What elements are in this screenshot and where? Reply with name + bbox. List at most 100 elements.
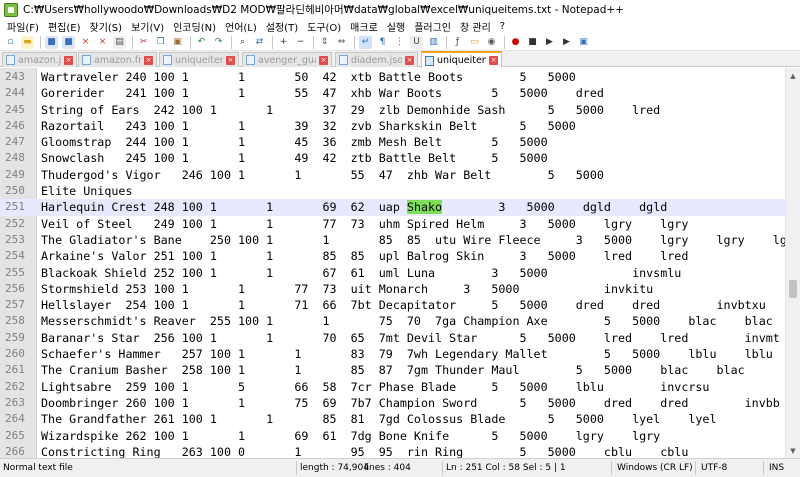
editor-line[interactable]: 245 String of Ears 242 100 1 1 37 29 zlb … (0, 102, 785, 118)
stop-macro-icon[interactable]: ■ (526, 35, 539, 49)
editor-line[interactable]: 262 Lightsabre 259 100 1 5 66 58 7cr Phas… (0, 379, 785, 395)
vertical-scrollbar[interactable]: ▲ ▼ (785, 68, 800, 458)
editor-line[interactable]: 249 Thudergod's Vigor 246 100 1 1 55 47 z… (0, 167, 785, 183)
menu-item[interactable]: 인코딩(N) (169, 19, 221, 34)
editor-line[interactable]: 246 Razortail 243 100 1 1 39 32 zvb Shark… (0, 118, 785, 134)
undo-icon[interactable]: ↶ (195, 35, 208, 49)
tab-uniqueitems-txt[interactable]: uniqueitems.txt× (421, 51, 502, 68)
paste-icon[interactable]: ▣ (171, 35, 184, 49)
line-text[interactable]: Lightsabre 259 100 1 5 66 58 7cr Phase B… (41, 379, 709, 395)
menu-item[interactable]: 편집(E) (44, 19, 86, 34)
editor-line[interactable]: 264 The Grandfather 261 100 1 1 85 81 7gd… (0, 411, 785, 427)
editor-line[interactable]: 261 The Cranium Basher 258 100 1 1 85 87 … (0, 362, 785, 378)
tab-uniqueitems-txt[interactable]: uniqueitems.txt× (159, 52, 239, 67)
new-file-icon[interactable]: ▫ (4, 35, 17, 49)
menu-item[interactable]: 언어(L) (221, 19, 262, 34)
line-text[interactable]: Constricting Ring 263 100 0 1 95 95 rin … (41, 444, 688, 458)
show-all-chars-icon[interactable]: ¶ (376, 35, 389, 49)
scroll-up-arrow-icon[interactable]: ▲ (786, 68, 800, 83)
line-text[interactable]: Messerschmidt's Reaver 255 100 1 1 75 70… (41, 313, 773, 329)
run-macro-multiple-icon[interactable]: ▶ (560, 35, 573, 49)
record-macro-icon[interactable]: ● (509, 35, 522, 49)
line-text[interactable]: The Grandfather 261 100 1 1 85 81 7gd Co… (41, 411, 717, 427)
editor-line[interactable]: 257 Hellslayer 254 100 1 1 71 66 7bt Deca… (0, 297, 785, 313)
line-text[interactable]: The Gladiator's Bane 250 100 1 1 85 85 u… (41, 232, 785, 248)
line-text[interactable]: Hellslayer 254 100 1 1 71 66 7bt Decapit… (41, 297, 766, 313)
menu-item[interactable]: 도구(O) (303, 19, 346, 34)
current-line[interactable]: 251 Harlequin Crest 248 100 1 1 69 62 uap… (0, 199, 785, 216)
doc-map-icon[interactable]: ▥ (427, 35, 440, 49)
menu-item[interactable]: 파일(F) (3, 19, 44, 34)
tab-close-icon[interactable]: × (226, 55, 235, 65)
indent-guide-icon[interactable]: ⋮ (393, 35, 406, 49)
play-macro-icon[interactable]: ▶ (543, 35, 556, 49)
editor-line[interactable]: 255 Blackoak Shield 252 100 1 1 67 61 uml… (0, 265, 785, 281)
line-text[interactable]: Gloomstrap 244 100 1 1 45 36 zmb Mesh Be… (41, 134, 548, 150)
tab-close-icon[interactable]: × (489, 56, 498, 65)
zoom-in-icon[interactable]: + (277, 35, 290, 49)
save-macro-icon[interactable]: ▣ (577, 35, 590, 49)
menu-item[interactable]: 보기(V) (127, 19, 169, 34)
menu-item[interactable]: 창 관리 (456, 19, 496, 34)
line-text[interactable]: Arkaine's Valor 251 100 1 1 85 85 upl Ba… (41, 248, 688, 264)
editor-line[interactable]: 258 Messerschmidt's Reaver 255 100 1 1 75… (0, 313, 785, 329)
editor-line[interactable]: 265 Wizardspike 262 100 1 1 69 61 7dg Bon… (0, 428, 785, 444)
copy-icon[interactable]: ❐ (154, 35, 167, 49)
line-text[interactable]: Baranar's Star 256 100 1 1 70 65 7mt Dev… (41, 330, 780, 346)
tab-diadem-json[interactable]: diadem.json× (335, 52, 418, 67)
tab-avenger-guard-json[interactable]: avenger_guard.json× (242, 52, 332, 67)
line-text[interactable]: Doombringer 260 100 1 1 75 69 7b7 Champi… (41, 395, 780, 411)
line-text[interactable]: The Cranium Basher 258 100 1 1 85 87 7gm… (41, 362, 745, 378)
line-text[interactable]: Blackoak Shield 252 100 1 1 67 61 uml Lu… (41, 265, 681, 281)
print-icon[interactable]: ▤ (113, 35, 126, 49)
udl-icon[interactable]: U (410, 35, 423, 49)
function-list-icon[interactable]: ƒ (451, 35, 464, 49)
menu-item[interactable]: 찾기(S) (86, 19, 128, 34)
save-icon[interactable]: ■ (45, 35, 58, 49)
tab-amazon-json[interactable]: amazon.json× (2, 52, 77, 67)
line-text[interactable]: Veil of Steel 249 100 1 1 77 73 uhm Spir… (41, 216, 688, 232)
editor-line[interactable]: 243 Wartraveler 240 100 1 1 50 42 xtb Bat… (0, 69, 785, 85)
redo-icon[interactable]: ↷ (212, 35, 225, 49)
tab-amazon-frontend[interactable]: amazon.frontend× (78, 52, 157, 67)
scroll-down-arrow-icon[interactable]: ▼ (786, 443, 800, 458)
replace-icon[interactable]: ⇄ (253, 35, 266, 49)
editor-line[interactable]: 247 Gloomstrap 244 100 1 1 45 36 zmb Mesh… (0, 134, 785, 150)
editor-line[interactable]: 260 Schaefer's Hammer 257 100 1 1 83 79 7… (0, 346, 785, 362)
line-text[interactable]: Snowclash 245 100 1 1 49 42 ztb Battle B… (41, 150, 548, 166)
monitoring-icon[interactable]: ◉ (485, 35, 498, 49)
selected-text-highlight[interactable]: Shako (406, 200, 443, 215)
close-icon[interactable]: × (79, 35, 92, 49)
menu-item[interactable]: 설정(T) (262, 19, 303, 34)
open-file-icon[interactable]: ▬ (21, 35, 34, 49)
editor-line[interactable]: 259 Baranar's Star 256 100 1 1 70 65 7mt … (0, 330, 785, 346)
editor-line[interactable]: 263 Doombringer 260 100 1 1 75 69 7b7 Cha… (0, 395, 785, 411)
editor-pane[interactable]: 243 Wartraveler 240 100 1 1 50 42 xtb Bat… (0, 68, 800, 458)
editor-lines[interactable]: 243 Wartraveler 240 100 1 1 50 42 xtb Bat… (0, 69, 785, 458)
line-text[interactable]: Razortail 243 100 1 1 39 32 zvb Sharkski… (41, 118, 576, 134)
editor-line[interactable]: 254 Arkaine's Valor 251 100 1 1 85 85 upl… (0, 248, 785, 264)
tab-close-icon[interactable]: × (64, 55, 73, 65)
save-all-icon[interactable]: ■ (62, 35, 75, 49)
word-wrap-icon[interactable]: ↵ (359, 35, 372, 49)
line-text[interactable]: String of Ears 242 100 1 1 37 29 zlb Dem… (41, 102, 660, 118)
line-text[interactable]: Wartraveler 240 100 1 1 50 42 xtb Battle… (41, 69, 576, 85)
menu-item[interactable]: ? (496, 21, 510, 32)
editor-line[interactable]: 266 Constricting Ring 263 100 0 1 95 95 r… (0, 444, 785, 458)
zoom-out-icon[interactable]: − (294, 35, 307, 49)
close-all-icon[interactable]: × (96, 35, 109, 49)
menu-item[interactable]: 플러그인 (410, 19, 456, 34)
editor-line[interactable]: 248 Snowclash 245 100 1 1 49 42 ztb Battl… (0, 150, 785, 166)
scrollbar-thumb[interactable] (789, 280, 797, 298)
editor-line[interactable]: 256 Stormshield 253 100 1 1 77 73 uit Mon… (0, 281, 785, 297)
line-text[interactable]: Wizardspike 262 100 1 1 69 61 7dg Bone K… (41, 428, 660, 444)
line-text[interactable]: Thudergod's Vigor 246 100 1 1 55 47 zhb … (41, 167, 604, 183)
line-text[interactable]: Schaefer's Hammer 257 100 1 1 83 79 7wh … (41, 346, 773, 362)
folder-workspace-icon[interactable]: ▭ (468, 35, 481, 49)
menu-item[interactable]: 매크로 (346, 19, 383, 34)
find-icon[interactable]: ⌕ (236, 35, 249, 49)
tab-close-icon[interactable]: × (144, 55, 153, 65)
editor-line[interactable]: 250 Elite Uniques (0, 183, 785, 199)
menu-item[interactable]: 실행 (383, 19, 410, 34)
sync-h-icon[interactable]: ⇔ (335, 35, 348, 49)
